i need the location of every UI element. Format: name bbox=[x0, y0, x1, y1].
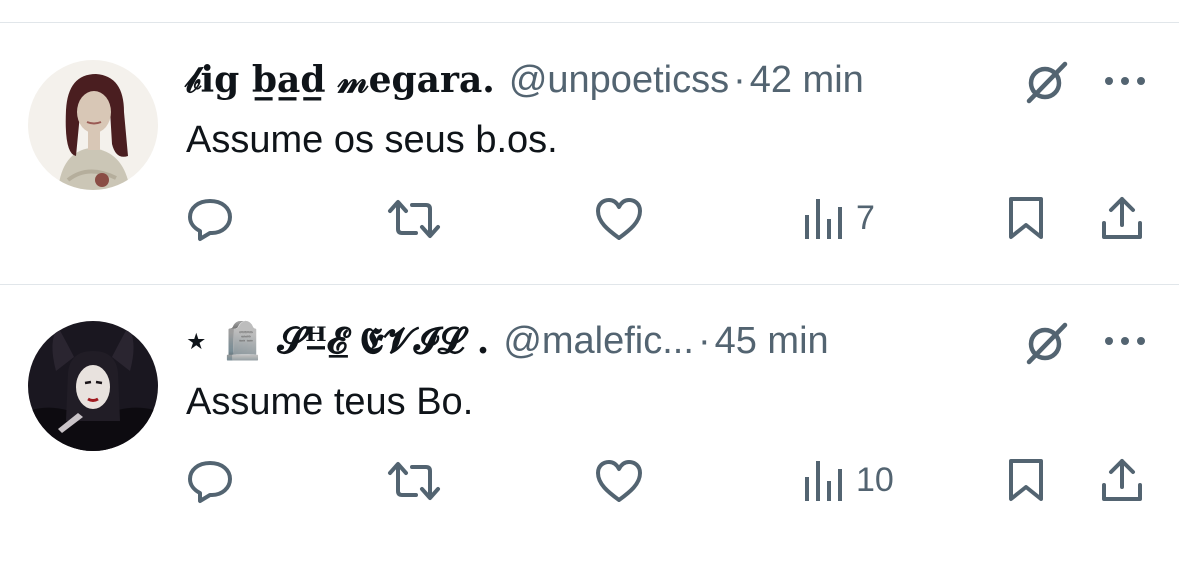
reply-icon bbox=[188, 199, 232, 241]
bookmark-button[interactable] bbox=[1006, 457, 1046, 503]
share-icon bbox=[1102, 197, 1142, 239]
tweet-header: 𝒷ig b̲a̲d̲ 𝓂egara. @unpoeticss · 42 min bbox=[185, 55, 864, 105]
reply-button[interactable] bbox=[186, 195, 234, 243]
reply-icon bbox=[188, 461, 232, 503]
share-button[interactable] bbox=[1100, 457, 1144, 503]
tweet-text: Assume teus Bo. bbox=[186, 381, 474, 423]
more-icon[interactable] bbox=[1101, 331, 1149, 351]
like-button[interactable] bbox=[594, 459, 644, 503]
tweet-text: Assume os seus b.os. bbox=[186, 119, 558, 161]
views-chart-icon bbox=[805, 461, 842, 501]
timestamp[interactable]: 45 min bbox=[715, 320, 829, 363]
heart-icon bbox=[596, 460, 642, 502]
views-button[interactable]: 10 bbox=[802, 457, 894, 503]
retweet-button[interactable] bbox=[386, 197, 442, 241]
separator-dot: · bbox=[697, 319, 711, 362]
display-name[interactable]: 𝒷ig b̲a̲d̲ 𝓂egara. bbox=[185, 59, 495, 102]
more-icon[interactable] bbox=[1101, 71, 1149, 91]
separator-dot: · bbox=[733, 58, 746, 101]
bookmark-icon bbox=[1009, 197, 1043, 239]
tweet-2[interactable]: ⋆ 🪦 𝓢ᴴ̲𝓔̲ 𝕰𝓥𝓘𝓛 . @malefic... · 45 min As… bbox=[0, 285, 1179, 575]
views-count: 10 bbox=[856, 460, 894, 499]
display-name[interactable]: ⋆ 🪦 𝓢ᴴ̲𝓔̲ 𝕰𝓥𝓘𝓛 . bbox=[185, 320, 489, 363]
bookmark-button[interactable] bbox=[1006, 195, 1046, 241]
like-button[interactable] bbox=[594, 197, 644, 241]
timestamp[interactable]: 42 min bbox=[750, 59, 864, 102]
tweet-header: ⋆ 🪦 𝓢ᴴ̲𝓔̲ 𝕰𝓥𝓘𝓛 . @malefic... · 45 min bbox=[185, 316, 829, 366]
retweet-icon bbox=[388, 462, 440, 500]
views-chart-icon bbox=[805, 199, 842, 239]
share-icon bbox=[1102, 459, 1142, 501]
grok-icon[interactable] bbox=[1022, 317, 1072, 367]
user-handle[interactable]: @malefic... bbox=[503, 320, 694, 363]
views-count: 7 bbox=[856, 198, 875, 237]
tweet-1[interactable]: 𝒷ig b̲a̲d̲ 𝓂egara. @unpoeticss · 42 min … bbox=[0, 23, 1179, 285]
avatar-unpoeticss[interactable] bbox=[28, 60, 158, 190]
reply-button[interactable] bbox=[186, 457, 234, 505]
share-button[interactable] bbox=[1100, 195, 1144, 241]
retweet-button[interactable] bbox=[386, 459, 442, 503]
bookmark-icon bbox=[1009, 459, 1043, 501]
retweet-icon bbox=[388, 200, 440, 238]
avatar-malefic[interactable] bbox=[28, 321, 158, 451]
grok-icon[interactable] bbox=[1022, 56, 1072, 106]
user-handle[interactable]: @unpoeticss bbox=[509, 59, 729, 102]
heart-icon bbox=[596, 198, 642, 240]
views-button[interactable]: 7 bbox=[802, 195, 875, 241]
